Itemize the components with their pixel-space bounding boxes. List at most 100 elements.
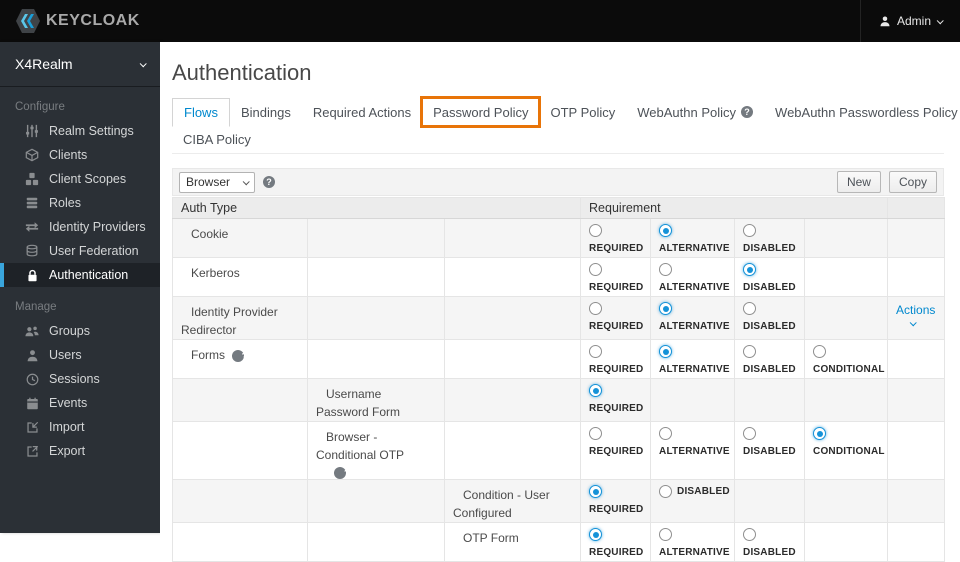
tab-otp-policy[interactable]: OTP Policy — [539, 98, 626, 126]
auth-type-name: Username Password Form — [316, 387, 401, 419]
radio-required[interactable] — [589, 528, 603, 541]
sidebar-item-label: Import — [49, 420, 85, 434]
new-button[interactable]: New — [836, 171, 881, 193]
help-icon[interactable]: ? — [741, 106, 754, 118]
sidebar-item-identity-providers[interactable]: Identity Providers — [0, 215, 160, 239]
table-row-forms: Forms ? REQUIRED ALTERNATIVE DISABLED CO… — [172, 339, 946, 379]
sidebar-item-export[interactable]: Export — [0, 439, 160, 463]
sidebar-item-import[interactable]: Import — [0, 415, 160, 439]
radio-label: REQUIRED — [589, 446, 644, 457]
help-icon[interactable]: ? — [334, 467, 350, 479]
sidebar-item-sessions[interactable]: Sessions — [0, 367, 160, 391]
sidebar-item-label: Groups — [49, 324, 90, 338]
sidebar-item-realm-settings[interactable]: Realm Settings — [0, 119, 160, 143]
sidebar-item-label: Export — [49, 444, 86, 458]
user-menu[interactable]: Admin — [859, 0, 960, 42]
tab-required-actions[interactable]: Required Actions — [302, 98, 422, 126]
auth-flow-table: Auth Type Requirement Cookie REQUIRED AL… — [171, 197, 946, 562]
tab-webauthn-passwordless-policy[interactable]: WebAuthn Passwordless Policy ? — [764, 98, 960, 126]
radio-alternative[interactable] — [659, 302, 673, 315]
tab-ciba-policy[interactable]: CIBA Policy — [172, 126, 262, 153]
radio-label: REQUIRED — [589, 321, 644, 332]
user-icon — [24, 347, 40, 363]
radio-label: ALTERNATIVE — [659, 321, 730, 332]
help-icon[interactable]: ? — [231, 350, 247, 362]
radio-conditional[interactable] — [813, 345, 827, 358]
actions-dropdown[interactable]: Actions — [888, 297, 944, 327]
cubes-icon — [24, 171, 40, 187]
radio-alternative[interactable] — [659, 427, 673, 440]
radio-disabled[interactable] — [743, 345, 757, 358]
radio-required[interactable] — [589, 302, 603, 315]
radio-disabled[interactable] — [659, 485, 673, 498]
radio-alternative[interactable] — [659, 224, 673, 237]
radio-label: DISABLED — [743, 243, 796, 254]
radio-disabled[interactable] — [743, 302, 757, 315]
copy-button[interactable]: Copy — [888, 171, 937, 193]
tab-bindings[interactable]: Bindings — [230, 98, 302, 126]
radio-disabled[interactable] — [743, 224, 757, 237]
sidebar-item-roles[interactable]: Roles — [0, 191, 160, 215]
table-row-otp-form: OTP Form REQUIRED ALTERNATIVE DISABLED — [172, 522, 946, 562]
auth-type-name: OTP Form — [463, 531, 519, 545]
radio-conditional[interactable] — [813, 427, 827, 440]
radio-alternative[interactable] — [659, 263, 673, 276]
sidebar-item-label: Sessions — [49, 372, 100, 386]
table-row-browser-conditional-otp: Browser - Conditional OTP? REQUIRED ALTE… — [172, 421, 946, 480]
auth-type-name: Cookie — [191, 227, 229, 241]
sidebar-item-clients[interactable]: Clients — [0, 143, 160, 167]
keycloak-logo[interactable]: KEYCLOAK — [0, 8, 140, 34]
cube-icon — [24, 147, 40, 163]
sidebar-item-label: Users — [49, 348, 82, 362]
configure-section-label: Configure — [15, 101, 65, 113]
radio-required[interactable] — [589, 345, 603, 358]
lock-icon — [24, 267, 40, 283]
auth-type-name: Identity Provider Redirector — [181, 305, 278, 337]
radio-disabled[interactable] — [743, 427, 757, 440]
realm-selector[interactable]: X4Realm — [0, 42, 160, 87]
auth-type-name: Browser - Conditional OTP? — [316, 430, 405, 479]
sidebar-item-groups[interactable]: Groups — [0, 319, 160, 343]
radio-label: REQUIRED — [589, 547, 644, 558]
sidebar-item-users[interactable]: Users — [0, 343, 160, 367]
radio-label: ALTERNATIVE — [659, 282, 730, 293]
keycloak-logo-icon — [16, 8, 40, 34]
radio-required[interactable] — [589, 384, 603, 397]
sliders-icon — [24, 123, 40, 139]
tab-label: Flows — [184, 105, 218, 120]
top-bar: KEYCLOAK Admin — [0, 0, 960, 42]
radio-alternative[interactable] — [659, 345, 673, 358]
tab-password-policy[interactable]: Password Policy — [420, 96, 542, 128]
radio-label: DISABLED — [677, 486, 730, 497]
sidebar: X4Realm Configure Realm Settings Clients — [0, 42, 160, 533]
sidebar-item-events[interactable]: Events — [0, 391, 160, 415]
layers-icon — [24, 195, 40, 211]
radio-label: DISABLED — [743, 446, 796, 457]
radio-label: REQUIRED — [589, 504, 644, 515]
help-icon[interactable]: ? — [263, 176, 275, 188]
radio-required[interactable] — [589, 224, 603, 237]
radio-label: REQUIRED — [589, 243, 644, 254]
tab-label: WebAuthn Passwordless Policy — [775, 104, 958, 120]
calendar-icon — [24, 395, 40, 411]
radio-required[interactable] — [589, 427, 603, 440]
tab-flows[interactable]: Flows — [172, 98, 230, 127]
chevron-down-icon — [936, 16, 944, 24]
sidebar-item-client-scopes[interactable]: Client Scopes — [0, 167, 160, 191]
radio-disabled[interactable] — [743, 263, 757, 276]
sidebar-item-user-federation[interactable]: User Federation — [0, 239, 160, 263]
sidebar-item-label: Roles — [49, 196, 81, 210]
sidebar-item-authentication[interactable]: Authentication — [0, 263, 160, 287]
tab-label: OTP Policy — [550, 104, 616, 120]
table-row-identity-provider-redirector: Identity Provider Redirector REQUIRED AL… — [172, 296, 946, 340]
radio-alternative[interactable] — [659, 528, 673, 541]
user-icon — [879, 15, 891, 27]
table-row-cookie: Cookie REQUIRED ALTERNATIVE DISABLED — [172, 218, 946, 258]
tab-webauthn-policy[interactable]: WebAuthn Policy ? — [626, 98, 764, 126]
radio-required[interactable] — [589, 485, 603, 498]
radio-label: REQUIRED — [589, 282, 644, 293]
radio-label: REQUIRED — [589, 364, 644, 375]
column-header-requirement: Requirement — [580, 197, 889, 219]
radio-disabled[interactable] — [743, 528, 757, 541]
radio-required[interactable] — [589, 263, 603, 276]
